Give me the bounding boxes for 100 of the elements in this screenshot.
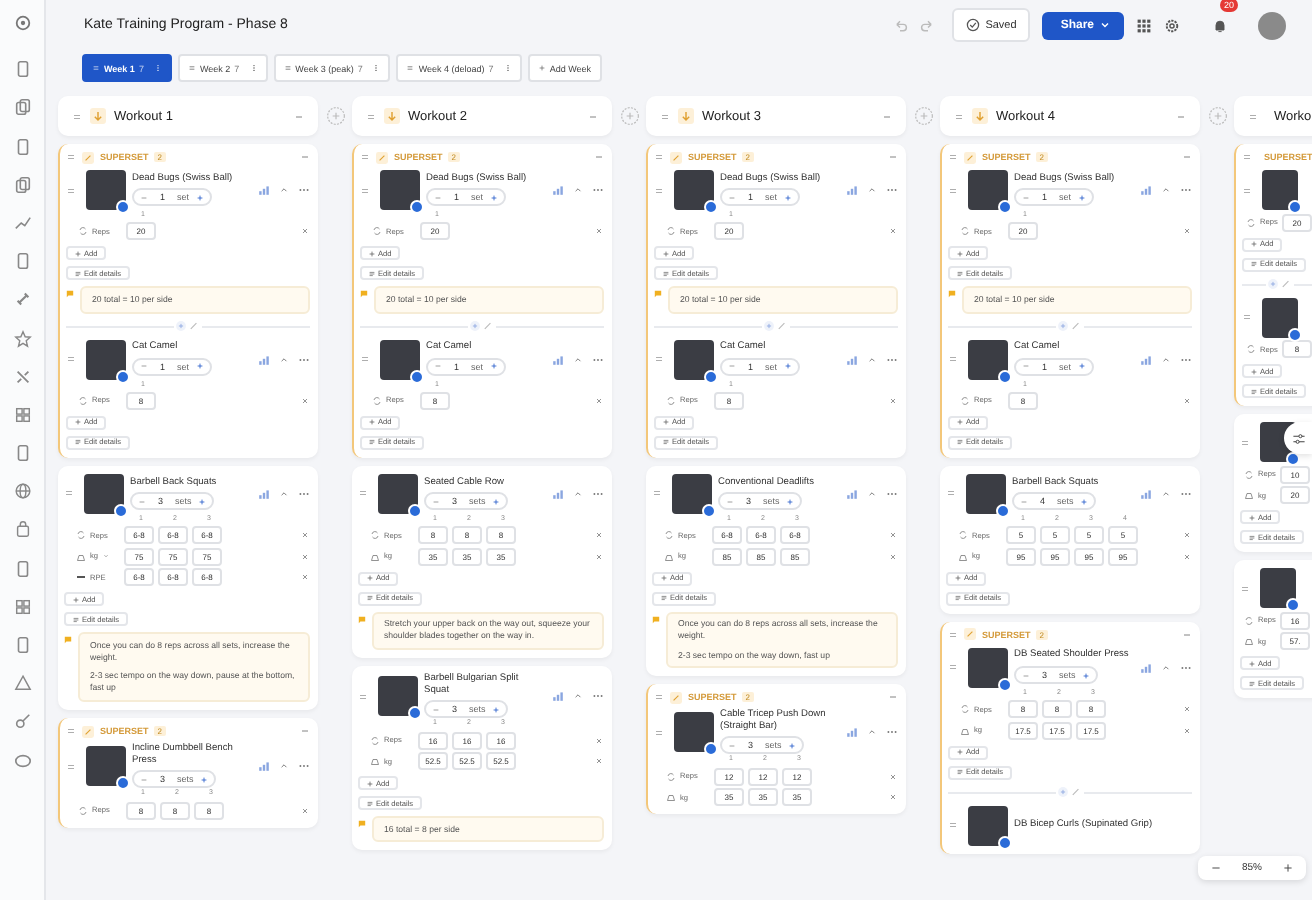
- bar-chart-icon[interactable]: [258, 353, 270, 366]
- tools-icon[interactable]: [13, 367, 31, 386]
- minus-icon[interactable]: [588, 111, 598, 121]
- chevron-up-icon[interactable]: [572, 353, 584, 366]
- plus-icon[interactable]: [1081, 671, 1090, 679]
- bar-chart-icon[interactable]: [258, 184, 270, 196]
- minus-icon[interactable]: [1176, 111, 1186, 121]
- drag-handle-icon[interactable]: [66, 152, 76, 162]
- drag-handle-icon[interactable]: [406, 64, 415, 72]
- close-icon[interactable]: [888, 771, 898, 782]
- close-icon[interactable]: [888, 792, 898, 803]
- add-link-icon[interactable]: [762, 320, 790, 333]
- bar-chart-icon[interactable]: [1140, 353, 1152, 366]
- drag-handle-icon[interactable]: [66, 761, 76, 772]
- chevron-up-icon[interactable]: [1160, 184, 1172, 196]
- document-icon[interactable]: [13, 636, 31, 654]
- minus-icon[interactable]: [888, 692, 898, 703]
- photo-placeholder[interactable]: [1262, 297, 1298, 337]
- drag-handle-icon[interactable]: [358, 488, 368, 499]
- chevron-up-icon[interactable]: [866, 184, 878, 196]
- minus-icon[interactable]: [434, 193, 442, 202]
- drag-handle-icon[interactable]: [948, 185, 958, 195]
- drag-handle-icon[interactable]: [283, 64, 292, 72]
- drag-handle-icon[interactable]: [948, 152, 958, 162]
- close-icon[interactable]: [594, 395, 604, 406]
- bar-chart-icon[interactable]: [552, 487, 564, 500]
- photo-placeholder[interactable]: [86, 170, 126, 210]
- minus-icon[interactable]: [1182, 629, 1192, 640]
- drag-handle-icon[interactable]: [1240, 583, 1250, 593]
- drag-handle-icon[interactable]: [1248, 111, 1258, 121]
- phone-icon[interactable]: [13, 444, 31, 463]
- minus-icon[interactable]: [1022, 362, 1030, 371]
- photo-placeholder[interactable]: [1260, 568, 1296, 608]
- chevron-up-icon[interactable]: [1160, 661, 1172, 674]
- chevron-up-icon[interactable]: [1160, 487, 1172, 500]
- plus-icon[interactable]: [783, 362, 792, 371]
- close-icon[interactable]: [1182, 226, 1192, 237]
- add-circle-icon[interactable]: [913, 106, 933, 126]
- drag-handle-icon[interactable]: [654, 692, 664, 703]
- close-icon[interactable]: [300, 551, 310, 562]
- drag-handle-icon[interactable]: [654, 185, 664, 195]
- add-link-icon[interactable]: [174, 320, 202, 333]
- filter-button[interactable]: [1284, 422, 1312, 454]
- close-icon[interactable]: [594, 551, 604, 562]
- plus-icon[interactable]: [787, 741, 796, 750]
- chat-icon[interactable]: [13, 751, 31, 770]
- photo-placeholder[interactable]: [380, 170, 420, 210]
- bar-chart-icon[interactable]: [258, 487, 270, 500]
- redo-icon[interactable]: [919, 17, 936, 33]
- drag-handle-icon[interactable]: [948, 354, 958, 365]
- bag-icon[interactable]: [13, 520, 31, 539]
- minus-icon[interactable]: [1022, 671, 1030, 679]
- drag-handle-icon[interactable]: [360, 354, 370, 365]
- close-icon[interactable]: [888, 226, 898, 237]
- bar-chart-icon[interactable]: [1140, 184, 1152, 196]
- close-icon[interactable]: [300, 805, 310, 815]
- plus-icon[interactable]: [199, 775, 208, 784]
- photo-placeholder[interactable]: [966, 473, 1006, 514]
- chevron-up-icon[interactable]: [278, 184, 290, 196]
- photo-placeholder[interactable]: [968, 647, 1008, 688]
- document-icon[interactable]: [13, 60, 31, 79]
- minus-icon[interactable]: [434, 362, 442, 371]
- drag-handle-icon[interactable]: [66, 726, 76, 737]
- grid-icon[interactable]: [13, 405, 31, 424]
- plus-icon[interactable]: [785, 497, 794, 506]
- bar-chart-icon[interactable]: [552, 353, 564, 366]
- drag-handle-icon[interactable]: [360, 152, 370, 162]
- bar-chart-icon[interactable]: [846, 184, 858, 196]
- copy-icon[interactable]: [13, 175, 31, 194]
- drag-handle-icon[interactable]: [360, 185, 370, 195]
- minus-icon[interactable]: [1020, 497, 1028, 506]
- drag-handle-icon[interactable]: [1242, 185, 1252, 195]
- close-icon[interactable]: [888, 530, 898, 541]
- drag-handle-icon[interactable]: [72, 111, 82, 121]
- close-icon[interactable]: [594, 226, 604, 237]
- close-icon[interactable]: [1182, 725, 1192, 736]
- document-icon[interactable]: [13, 559, 31, 578]
- close-icon[interactable]: [1182, 551, 1192, 562]
- bar-chart-icon[interactable]: [846, 726, 858, 739]
- plus-icon[interactable]: [1077, 193, 1086, 202]
- down-arrow-icon[interactable]: [384, 108, 400, 124]
- close-icon[interactable]: [300, 572, 310, 583]
- minus-icon[interactable]: [726, 497, 734, 506]
- drag-handle-icon[interactable]: [66, 354, 76, 365]
- photo-placeholder[interactable]: [378, 473, 418, 514]
- plus-icon[interactable]: [491, 497, 500, 506]
- bar-chart-icon[interactable]: [258, 760, 270, 773]
- drag-handle-icon[interactable]: [948, 662, 958, 673]
- drag-handle-icon[interactable]: [948, 629, 958, 640]
- chevron-up-icon[interactable]: [866, 353, 878, 366]
- plus-icon[interactable]: [195, 362, 204, 371]
- chevron-up-icon[interactable]: [866, 726, 878, 739]
- undo-icon[interactable]: [891, 17, 908, 33]
- down-arrow-icon[interactable]: [678, 108, 694, 124]
- close-icon[interactable]: [1182, 530, 1192, 541]
- zoom-in-icon[interactable]: [1282, 862, 1294, 874]
- photo-placeholder[interactable]: [674, 712, 714, 753]
- bar-chart-icon[interactable]: [846, 353, 858, 366]
- drag-handle-icon[interactable]: [1240, 437, 1250, 447]
- photo-placeholder[interactable]: [672, 473, 712, 514]
